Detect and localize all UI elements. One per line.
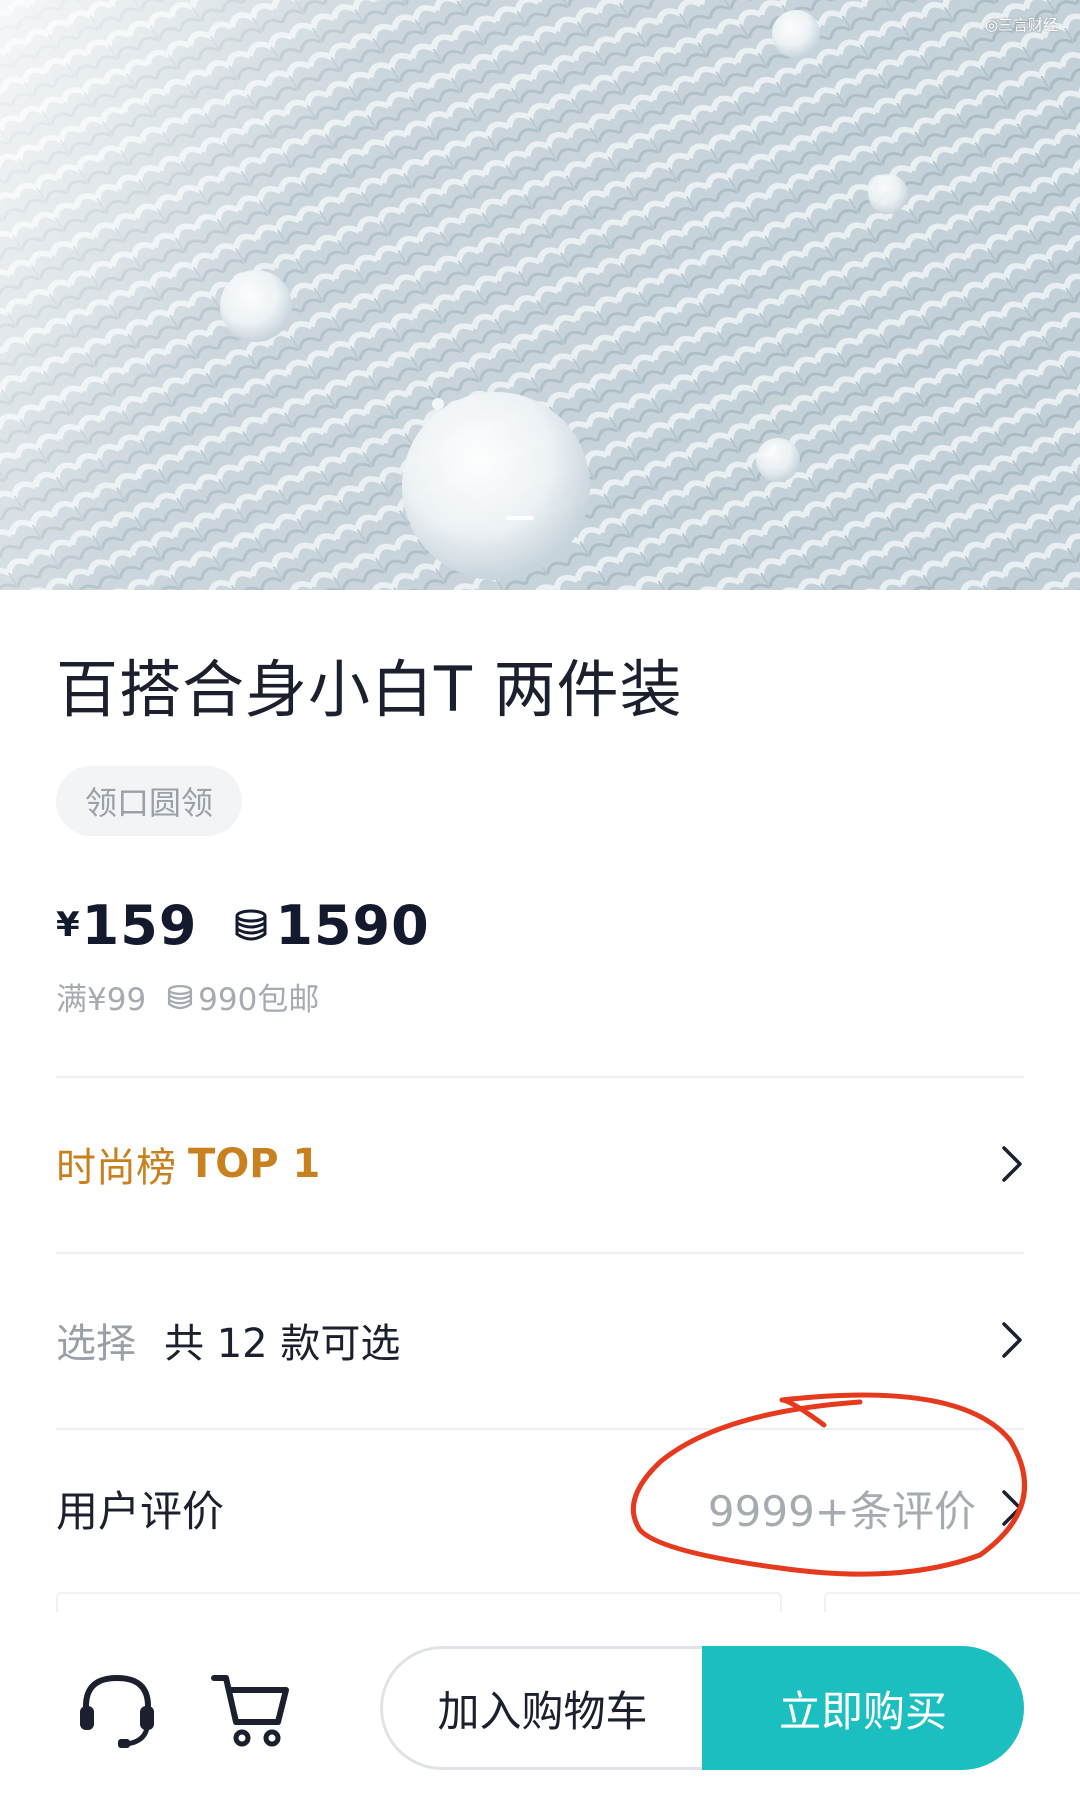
selection-row[interactable]: 选择 共 12 款可选 [56, 1280, 1024, 1400]
add-to-cart-button[interactable]: 加入购物车 [380, 1646, 702, 1770]
chevron-right-icon [1002, 1146, 1022, 1182]
shopping-cart-icon[interactable] [206, 1664, 296, 1754]
buy-now-button[interactable]: 立即购买 [702, 1646, 1024, 1770]
reviews-row[interactable]: 用户评价 9999+条评价 [56, 1448, 1024, 1568]
shipping-info: 满¥99 990包邮 [56, 974, 319, 1019]
coin-price-value: 1590 [275, 893, 430, 957]
customer-service-headset-icon[interactable] [72, 1664, 162, 1754]
coin-stack-icon [168, 984, 193, 1009]
purchase-button-group: 加入购物车 立即购买 [380, 1646, 1024, 1770]
divider [56, 1252, 1024, 1254]
price-currency: ¥ [56, 905, 80, 945]
product-hero-image: ◎三言财经 [0, 0, 1080, 590]
ranking-label: 时尚榜 [56, 1145, 176, 1191]
coin-stack-icon [235, 909, 267, 941]
chevron-right-icon [1002, 1490, 1022, 1526]
review-card-edge[interactable] [824, 1592, 1080, 1614]
divider [56, 1428, 1024, 1430]
collar-tag: 领口圆领 [56, 766, 242, 836]
divider [56, 1076, 1024, 1078]
ranking-row[interactable]: 时尚榜 TOP 1 [56, 1104, 1024, 1224]
shipping-threshold: 满¥99 [56, 982, 147, 1018]
reviews-label: 用户评价 [56, 1486, 225, 1536]
reviews-count: 9999+条评价 [707, 1486, 976, 1536]
knit-fabric-texture [0, 0, 1080, 590]
price-row: ¥ 159 1590 [56, 890, 430, 960]
review-card-edge[interactable] [56, 1592, 782, 1614]
chevron-right-icon [1002, 1322, 1022, 1358]
product-title: 百搭合身小白T 两件装 [56, 653, 683, 726]
selection-label: 选择 [56, 1321, 136, 1367]
price-value: 159 [81, 893, 198, 957]
ranking-value: TOP 1 [188, 1141, 321, 1187]
watermark-text: ◎三言财经 [984, 16, 1058, 34]
selection-value: 共 12 款可选 [164, 1321, 401, 1367]
shipping-coin-threshold: 990包邮 [198, 982, 320, 1018]
